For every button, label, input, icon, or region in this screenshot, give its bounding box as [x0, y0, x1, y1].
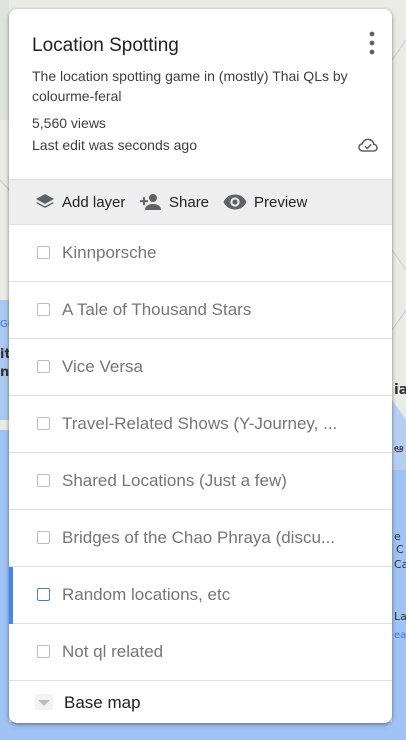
- add-layer-label: Add layer: [62, 193, 126, 211]
- layer-checkbox[interactable]: [37, 474, 50, 487]
- layer-checkbox[interactable]: [37, 588, 50, 601]
- layer-item[interactable]: Bridges of the Chao Phraya (discu...: [9, 510, 392, 567]
- cloud-done-icon: [358, 138, 378, 152]
- layer-checkbox[interactable]: [37, 246, 50, 259]
- person-add-icon: [140, 194, 161, 210]
- map-label: ea: [394, 630, 406, 641]
- layers-icon: [36, 194, 54, 208]
- map-label: Ca: [394, 558, 406, 571]
- base-map-label[interactable]: Base map: [64, 693, 141, 713]
- layer-checkbox[interactable]: [37, 531, 50, 544]
- map-label: ఆ: [394, 441, 404, 455]
- share-button[interactable]: Share: [139, 180, 209, 224]
- base-map-row[interactable]: Base map: [9, 681, 392, 723]
- layer-item[interactable]: Travel-Related Shows (Y-Journey, ...: [9, 396, 392, 453]
- more-vert-icon[interactable]: [368, 31, 376, 55]
- map-layers-panel: Location Spotting The location spotting …: [9, 9, 392, 723]
- layer-name[interactable]: Shared Locations (Just a few): [62, 471, 287, 491]
- preview-button[interactable]: Preview: [222, 180, 307, 224]
- preview-label: Preview: [254, 193, 308, 211]
- map-header: Location Spotting The location spotting …: [9, 9, 392, 179]
- share-label: Share: [169, 193, 210, 211]
- layer-item[interactable]: Kinnporsche: [9, 225, 392, 282]
- layer-name[interactable]: Vice Versa: [62, 357, 143, 377]
- layer-item[interactable]: Vice Versa: [9, 339, 392, 396]
- layer-checkbox[interactable]: [37, 417, 50, 430]
- map-label: Lai: [394, 610, 406, 623]
- add-layer-button[interactable]: Add layer: [34, 180, 125, 224]
- layer-name[interactable]: Random locations, etc: [62, 585, 230, 605]
- layer-name[interactable]: Travel-Related Shows (Y-Journey, ...: [62, 414, 337, 434]
- map-label: e: [394, 530, 401, 543]
- view-count: 5,560 views: [32, 115, 106, 131]
- layer-list: Kinnporsche A Tale of Thousand Stars Vic…: [9, 225, 392, 723]
- active-layer-indicator: [9, 567, 13, 624]
- map-label: ia: [394, 382, 406, 398]
- layer-item[interactable]: Not ql related: [9, 624, 392, 681]
- eye-icon: [223, 194, 247, 210]
- layer-name[interactable]: Not ql related: [62, 642, 163, 662]
- map-title[interactable]: Location Spotting: [32, 35, 179, 57]
- layer-checkbox[interactable]: [37, 360, 50, 373]
- layer-name[interactable]: Bridges of the Chao Phraya (discu...: [62, 528, 335, 548]
- layer-checkbox[interactable]: [37, 645, 50, 658]
- layer-item-active[interactable]: Random locations, etc: [9, 567, 392, 624]
- layer-name[interactable]: A Tale of Thousand Stars: [62, 300, 251, 320]
- last-edit-status: Last edit was seconds ago: [32, 137, 197, 153]
- expand-arrow-icon[interactable]: [38, 700, 50, 706]
- map-label: C: [396, 543, 404, 556]
- map-description[interactable]: The location spotting game in (mostly) T…: [32, 66, 352, 106]
- map-label: n: [0, 365, 9, 380]
- layer-item[interactable]: A Tale of Thousand Stars: [9, 282, 392, 339]
- layer-toolbar: Add layer Share Preview: [9, 179, 392, 225]
- layer-item[interactable]: Shared Locations (Just a few): [9, 453, 392, 510]
- layer-name[interactable]: Kinnporsche: [62, 243, 157, 263]
- layer-checkbox[interactable]: [37, 303, 50, 316]
